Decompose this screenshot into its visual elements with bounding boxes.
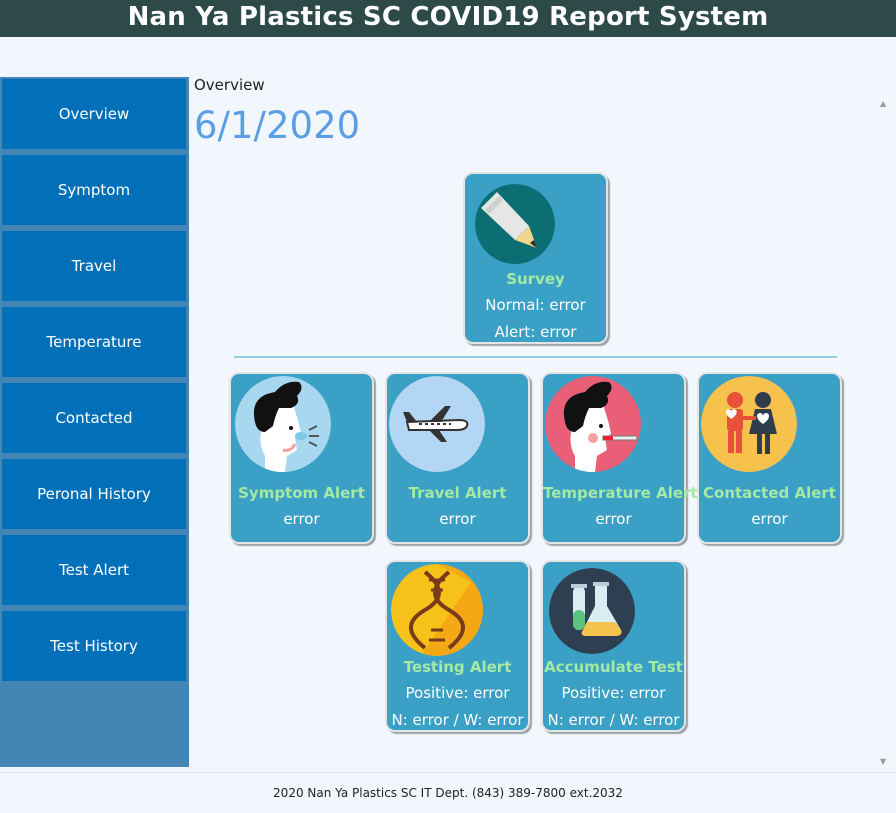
- temperature-alert-card[interactable]: Temperature Alert error: [541, 372, 698, 544]
- contacted-alert-value: error: [751, 510, 788, 528]
- symptom-alert-title: Symptom Alert: [238, 484, 365, 502]
- report-date: 6/1/2020: [194, 104, 361, 147]
- sidebar-item-symptom[interactable]: Symptom: [2, 155, 186, 225]
- sidebar: Overview Symptom Travel Temperature Cont…: [0, 77, 189, 767]
- survey-title: Survey: [506, 270, 565, 288]
- couple-icon: [701, 376, 797, 472]
- accumulate-test-positive: Positive: error: [561, 684, 666, 702]
- travel-alert-value: error: [439, 510, 476, 528]
- testing-alert-title: Testing Alert: [403, 658, 512, 676]
- travel-alert-title: Travel Alert: [408, 484, 507, 502]
- pencil-icon: [475, 184, 555, 264]
- sidebar-item-overview[interactable]: Overview: [2, 79, 186, 149]
- scroll-down-icon[interactable]: ▼: [880, 757, 886, 766]
- sidebar-item-test-history[interactable]: Test History: [2, 611, 186, 681]
- temperature-alert-title: Temperature Alert: [543, 484, 698, 502]
- symptom-alert-card[interactable]: Symptom Alert error: [229, 372, 374, 544]
- survey-alert: Alert: error: [494, 323, 577, 341]
- testing-alert-nw: N: error / W: error: [391, 711, 524, 729]
- accumulate-test-nw: N: error / W: error: [547, 711, 680, 729]
- thermometer-face-icon: [545, 376, 641, 472]
- scroll-up-icon[interactable]: ▲: [880, 99, 886, 108]
- temperature-alert-value: error: [595, 510, 632, 528]
- divider: [234, 356, 837, 358]
- testing-alert-positive: Positive: error: [405, 684, 510, 702]
- sidebar-item-contacted[interactable]: Contacted: [2, 383, 186, 453]
- sneezing-face-icon: [235, 376, 331, 472]
- dna-icon: [391, 564, 483, 656]
- survey-normal: Normal: error: [485, 296, 586, 314]
- breadcrumb: Overview: [194, 76, 265, 94]
- footer: 2020 Nan Ya Plastics SC IT Dept. (843) 3…: [0, 772, 896, 809]
- survey-card[interactable]: Survey Normal: error Alert: error: [463, 172, 608, 344]
- contacted-alert-card[interactable]: Contacted Alert error: [697, 372, 842, 544]
- travel-alert-card[interactable]: Travel Alert error: [385, 372, 530, 544]
- accumulate-test-card[interactable]: Accumulate Test Positive: error N: error…: [541, 560, 686, 732]
- app-title: Nan Ya Plastics SC COVID19 Report System: [0, 0, 896, 37]
- sidebar-item-test-alert[interactable]: Test Alert: [2, 535, 186, 605]
- sidebar-item-temperature[interactable]: Temperature: [2, 307, 186, 377]
- testing-alert-card[interactable]: Testing Alert Positive: error N: error /…: [385, 560, 530, 732]
- airplane-icon: [389, 376, 485, 472]
- sidebar-item-travel[interactable]: Travel: [2, 231, 186, 301]
- lab-flask-icon: [549, 568, 635, 654]
- symptom-alert-value: error: [283, 510, 320, 528]
- contacted-alert-title: Contacted Alert: [703, 484, 836, 502]
- accumulate-test-title: Accumulate Test: [544, 658, 683, 676]
- sidebar-item-personal-history[interactable]: Peronal History: [2, 459, 186, 529]
